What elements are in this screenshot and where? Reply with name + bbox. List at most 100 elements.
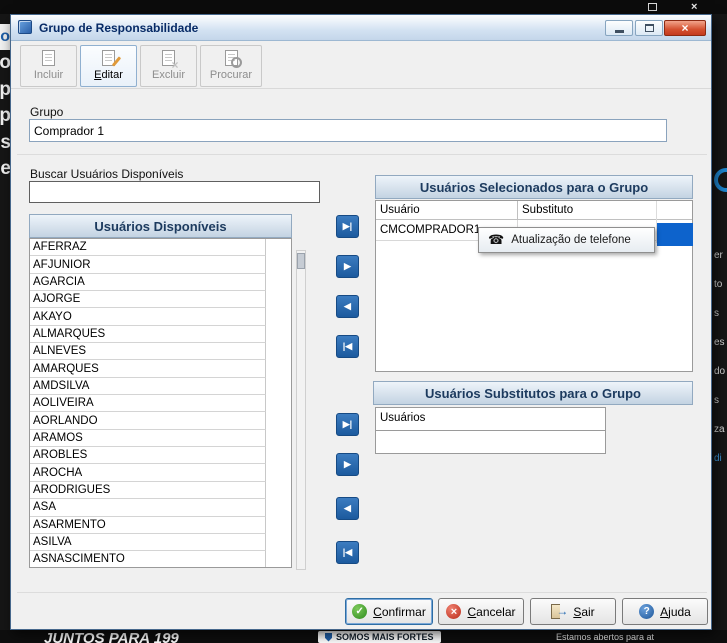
grupo-label: Grupo bbox=[30, 105, 64, 119]
maximize-button[interactable] bbox=[635, 20, 663, 36]
list-item[interactable]: ARODRIGUES bbox=[30, 481, 266, 500]
list-item-label: AFERRAZ bbox=[33, 241, 87, 254]
scrollbar[interactable] bbox=[296, 250, 306, 570]
exit-button[interactable]: → Sair bbox=[530, 598, 616, 625]
add-icon bbox=[42, 50, 55, 66]
list-item-label: ALMARQUES bbox=[33, 327, 106, 340]
selected-users-table[interactable]: Usuário Substituto CMCOMPRADOR1 bbox=[375, 200, 693, 372]
move-all-right-button-2[interactable]: ▶| bbox=[336, 413, 359, 436]
column-header-usuario[interactable]: Usuário bbox=[376, 201, 518, 219]
column-header-substituto[interactable]: Substituto bbox=[518, 201, 692, 219]
grupo-input[interactable] bbox=[29, 119, 667, 142]
list-item[interactable]: AORLANDO bbox=[30, 412, 266, 430]
outer-maximize-icon[interactable] bbox=[648, 3, 657, 11]
window-title: Grupo de Responsabilidade bbox=[39, 21, 199, 35]
background-text-fragment: JUNTOS PARA 199 bbox=[44, 630, 179, 643]
background-text-fragment: er bbox=[714, 250, 723, 261]
confirm-button[interactable]: ✓ Confirmar bbox=[345, 598, 433, 625]
maximize-icon bbox=[644, 24, 654, 32]
title-bar[interactable]: Grupo de Responsabilidade × bbox=[11, 15, 711, 41]
cancel-button-label: Cancelar bbox=[467, 604, 516, 619]
toolbar: Incluir Editar Excluir Procurar bbox=[11, 42, 711, 89]
check-icon: ✓ bbox=[352, 604, 368, 619]
list-item-label: AKAYO bbox=[33, 310, 72, 323]
move-right-button[interactable]: ▶ bbox=[336, 255, 359, 278]
list-item-label: AGARCIA bbox=[33, 275, 85, 288]
table-row[interactable] bbox=[376, 431, 605, 452]
background-text-fragment: es bbox=[714, 337, 725, 348]
divider bbox=[17, 154, 707, 155]
available-users-list[interactable]: AFERRAZ AFJUNIOR AGARCIA AJORGE AKAYO ALMARQU… bbox=[29, 238, 292, 568]
phone-icon: ☎ bbox=[488, 232, 505, 247]
list-item[interactable]: AGARCIA bbox=[30, 273, 266, 292]
list-item[interactable]: AFERRAZ bbox=[30, 239, 266, 257]
toolbar-button-label: Excluir bbox=[151, 69, 185, 81]
list-item-label: AROBLES bbox=[33, 449, 88, 462]
exit-button-label: Sair bbox=[573, 604, 595, 619]
list-item[interactable]: ASNASCIMENTO bbox=[30, 551, 266, 567]
move-right-button-2[interactable]: ▶ bbox=[336, 453, 359, 476]
background-text-fragment: o bbox=[0, 24, 10, 50]
list-item-label: ASILVA bbox=[33, 536, 72, 549]
list-item[interactable]: ASARMENTO bbox=[30, 516, 266, 534]
background-text-fragment: za bbox=[714, 424, 725, 435]
search-input[interactable] bbox=[29, 181, 320, 203]
move-all-right-button[interactable]: ▶| bbox=[336, 215, 359, 238]
list-item[interactable]: AROCHA bbox=[30, 464, 266, 482]
scrollbar-thumb[interactable] bbox=[297, 253, 305, 269]
outer-close-icon[interactable]: × bbox=[691, 0, 697, 14]
list-item-label: AFJUNIOR bbox=[33, 258, 91, 271]
app-icon bbox=[18, 20, 32, 34]
edit-icon bbox=[102, 50, 115, 66]
confirm-button-label: Confirmar bbox=[373, 604, 426, 619]
list-item-label: ARAMOS bbox=[33, 431, 83, 444]
selected-cell-highlight bbox=[657, 223, 693, 246]
tooltip: ☎ Atualização de telefone bbox=[478, 227, 655, 253]
minimize-button[interactable] bbox=[605, 20, 633, 36]
cancel-button[interactable]: × Cancelar bbox=[438, 598, 524, 625]
list-item[interactable]: ASA bbox=[30, 499, 266, 517]
list-item[interactable]: AJORGE bbox=[30, 291, 266, 309]
toolbar-excluir-button[interactable]: Excluir bbox=[140, 45, 197, 87]
background-text-fragment: to bbox=[714, 279, 723, 290]
list-item[interactable]: ASILVA bbox=[30, 533, 266, 552]
close-button[interactable]: × bbox=[664, 20, 706, 36]
list-item[interactable]: AFJUNIOR bbox=[30, 256, 266, 274]
toolbar-button-label: Editar bbox=[94, 69, 123, 81]
list-item-label: AOLIVEIRA bbox=[33, 397, 94, 410]
list-item[interactable]: AOLIVEIRA bbox=[30, 395, 266, 413]
list-item[interactable]: AMDSILVA bbox=[30, 377, 266, 396]
toolbar-incluir-button[interactable]: Incluir bbox=[20, 45, 77, 87]
toolbar-procurar-button[interactable]: Procurar bbox=[200, 45, 262, 87]
move-left-button-2[interactable]: ◀ bbox=[336, 497, 359, 520]
list-item[interactable]: ALMARQUES bbox=[30, 325, 266, 344]
list-item-label: ASARMENTO bbox=[33, 518, 106, 531]
background-bottom-strip: JUNTOS PARA 199 SOMOS MAIS FORTES Estamo… bbox=[0, 630, 727, 643]
list-item-label: AORLANDO bbox=[33, 414, 98, 427]
divider bbox=[17, 592, 707, 593]
substitute-users-table[interactable]: Usuários bbox=[375, 407, 606, 454]
toolbar-editar-button[interactable]: Editar bbox=[80, 45, 137, 87]
list-item-label: AMDSILVA bbox=[33, 379, 90, 392]
list-item[interactable]: AMARQUES bbox=[30, 360, 266, 378]
list-item[interactable]: ALNEVES bbox=[30, 343, 266, 361]
background-logo-fragment bbox=[714, 168, 727, 192]
tooltip-text: Atualização de telefone bbox=[511, 234, 631, 246]
help-button[interactable]: ? Ajuda bbox=[622, 598, 708, 625]
move-all-left-button-2[interactable]: |◀ bbox=[336, 541, 359, 564]
list-item-label: ASNASCIMENTO bbox=[33, 553, 125, 566]
background-text-fragment: Estamos abertos para at bbox=[556, 632, 655, 642]
list-item[interactable]: ARAMOS bbox=[30, 429, 266, 448]
background-text-fragment: s bbox=[714, 395, 719, 406]
list-item[interactable]: AKAYO bbox=[30, 308, 266, 326]
move-all-left-button[interactable]: |◀ bbox=[336, 335, 359, 358]
background-text-fragment: s bbox=[714, 308, 719, 319]
toolbar-button-label: Procurar bbox=[209, 69, 253, 81]
column-header-usuarios[interactable]: Usuários bbox=[376, 408, 605, 431]
list-item[interactable]: AROBLES bbox=[30, 447, 266, 465]
table-header-row: Usuário Substituto bbox=[376, 201, 692, 220]
move-left-button[interactable]: ◀ bbox=[336, 295, 359, 318]
minimize-icon bbox=[614, 30, 624, 33]
search-icon bbox=[224, 50, 242, 68]
background-text-fragment: di bbox=[714, 453, 722, 464]
